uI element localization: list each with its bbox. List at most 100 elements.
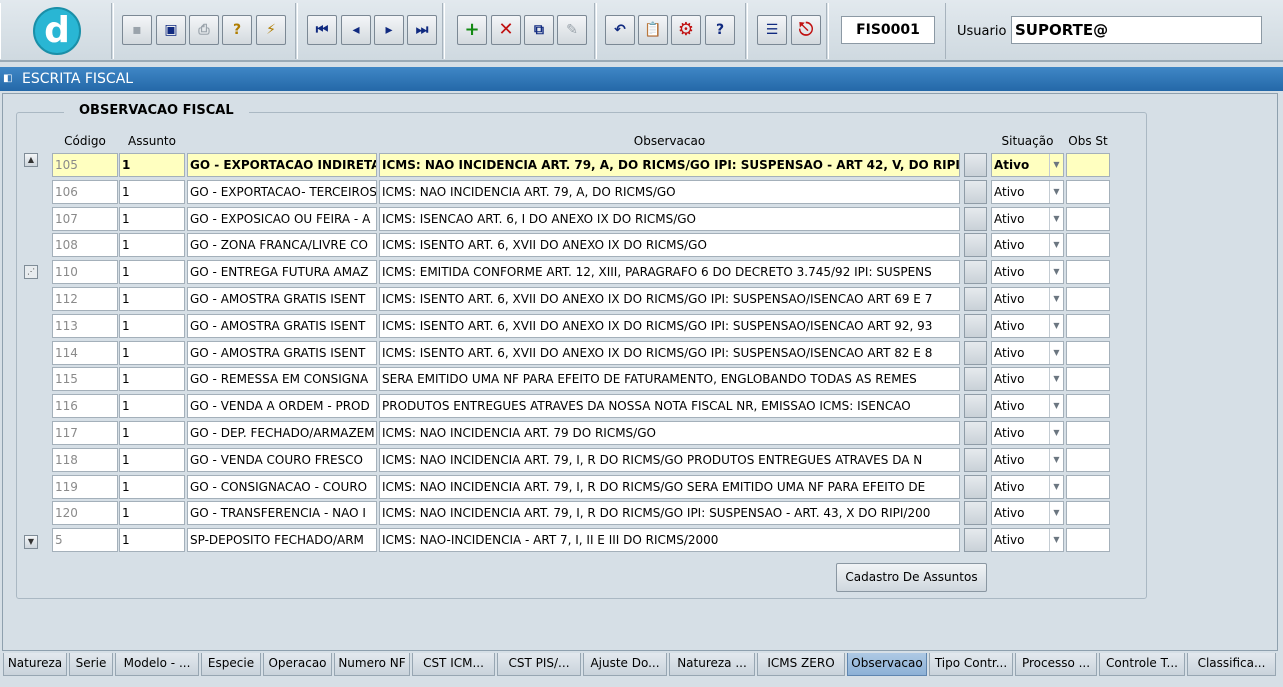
obs-st-field[interactable] [1066,475,1110,499]
descricao-field[interactable]: GO - ENTREGA FUTURA AMAZ [187,260,377,284]
observacao-field[interactable]: ICMS: ISENTO ART. 6, XVII DO ANEXO IX DO… [379,287,960,311]
user-field[interactable]: SUPORTE@ [1011,16,1262,44]
situacao-select[interactable]: Ativo ▼ [991,233,1064,257]
tab-tipo-contr[interactable]: Tipo Contr... [929,653,1013,676]
tab-natureza[interactable]: Natureza [3,653,67,676]
codigo-field[interactable]: 110 [52,260,118,284]
codigo-field[interactable]: 108 [52,233,118,257]
edit-record-icon[interactable]: ✎ [557,15,587,45]
codigo-field[interactable]: 116 [52,394,118,418]
previous-record-icon[interactable]: ◂ [341,15,371,45]
chevron-down-icon[interactable]: ▼ [1049,395,1063,417]
observacao-field[interactable]: ICMS: NAO INCIDENCIA ART. 79 DO RICMS/GO [379,421,960,445]
obs-st-field[interactable] [1066,341,1110,365]
codigo-field[interactable]: 117 [52,421,118,445]
observacao-field[interactable]: ICMS: ISENTO ART. 6, XVII DO ANEXO IX DO… [379,341,960,365]
chevron-down-icon[interactable]: ▼ [1049,368,1063,390]
descricao-field[interactable]: GO - ZONA FRANCA/LIVRE CO [187,233,377,257]
situacao-select[interactable]: Ativo ▼ [991,341,1064,365]
chevron-down-icon[interactable]: ▼ [1049,288,1063,310]
obs-st-field[interactable] [1066,501,1110,525]
window-menu-icon[interactable]: ◧ [3,67,12,91]
situacao-select[interactable]: Ativo ▼ [991,421,1064,445]
chevron-down-icon[interactable]: ▼ [1049,449,1063,471]
descricao-field[interactable]: GO - VENDA COURO FRESCO [187,448,377,472]
next-record-icon[interactable]: ▸ [374,15,404,45]
codigo-field[interactable]: 119 [52,475,118,499]
descricao-field[interactable]: GO - AMOSTRA GRATIS ISENT [187,287,377,311]
descricao-field[interactable]: GO - VENDA A ORDEM - PROD [187,394,377,418]
codigo-field[interactable]: 114 [52,341,118,365]
codigo-field[interactable]: 105 [52,153,118,177]
clipboard-icon[interactable]: 📋 [638,15,668,45]
observacao-field[interactable]: ICMS: NAO-INCIDENCIA - ART 7, I, II E II… [379,528,960,552]
chevron-down-icon[interactable]: ▼ [1049,208,1063,230]
assunto-field[interactable]: 1 [119,287,185,311]
codigo-field[interactable]: 112 [52,287,118,311]
obs-st-field[interactable] [1066,153,1110,177]
query-enter-icon[interactable]: ? [222,15,252,45]
window-icon[interactable]: ▣ [156,15,186,45]
situacao-select[interactable]: Ativo ▼ [991,314,1064,338]
codigo-field[interactable]: 107 [52,207,118,231]
chevron-down-icon[interactable]: ▼ [1049,181,1063,203]
obs-st-field[interactable] [1066,421,1110,445]
row-detail-button[interactable] [964,341,987,365]
tab-serie[interactable]: Serie [69,653,113,676]
codigo-field[interactable]: 106 [52,180,118,204]
assunto-field[interactable]: 1 [119,153,185,177]
row-detail-button[interactable] [964,448,987,472]
obs-st-field[interactable] [1066,287,1110,311]
chevron-down-icon[interactable]: ▼ [1049,476,1063,498]
menu-icon[interactable]: ☰ [757,15,787,45]
situacao-select[interactable]: Ativo ▼ [991,153,1064,177]
assunto-field[interactable]: 1 [119,421,185,445]
tab-observacao[interactable]: Observacao [847,653,927,676]
situacao-select[interactable]: Ativo ▼ [991,180,1064,204]
situacao-select[interactable]: Ativo ▼ [991,475,1064,499]
situacao-select[interactable]: Ativo ▼ [991,367,1064,391]
assunto-field[interactable]: 1 [119,501,185,525]
row-detail-button[interactable] [964,180,987,204]
assunto-field[interactable]: 1 [119,260,185,284]
situacao-select[interactable]: Ativo ▼ [991,448,1064,472]
observacao-field[interactable]: ICMS: ISENTO ART. 6, XVII DO ANEXO IX DO… [379,233,960,257]
codigo-field[interactable]: 113 [52,314,118,338]
tab-natureza[interactable]: Natureza ... [669,653,755,676]
tab-icms-zero[interactable]: ICMS ZERO [757,653,845,676]
observacao-field[interactable]: ICMS: ISENCAO ART. 6, I DO ANEXO IX DO R… [379,207,960,231]
observacao-field[interactable]: ICMS: NAO INCIDENCIA ART. 79, A, DO RICM… [379,180,960,204]
assunto-field[interactable]: 1 [119,394,185,418]
assunto-field[interactable]: 1 [119,475,185,499]
row-detail-button[interactable] [964,153,987,177]
obs-st-field[interactable] [1066,314,1110,338]
tab-operacao[interactable]: Operacao [263,653,332,676]
tab-cst-pis[interactable]: CST PIS/... [497,653,581,676]
assunto-field[interactable]: 1 [119,528,185,552]
obs-st-field[interactable] [1066,528,1110,552]
codigo-field[interactable]: 120 [52,501,118,525]
row-detail-button[interactable] [964,475,987,499]
observacao-field[interactable]: ICMS: NAO INCIDENCIA ART. 79, I, R DO RI… [379,501,960,525]
situacao-select[interactable]: Ativo ▼ [991,287,1064,311]
situacao-select[interactable]: Ativo ▼ [991,394,1064,418]
descricao-field[interactable]: GO - REMESSA EM CONSIGNA [187,367,377,391]
row-detail-button[interactable] [964,287,987,311]
situacao-select[interactable]: Ativo ▼ [991,260,1064,284]
row-detail-button[interactable] [964,528,987,552]
tab-processo[interactable]: Processo ... [1015,653,1097,676]
exit-icon[interactable]: ⎋ [791,15,821,45]
row-detail-button[interactable] [964,314,987,338]
save-icon[interactable]: ▪ [122,15,152,45]
tab-ajuste-do[interactable]: Ajuste Do... [583,653,667,676]
undo-icon[interactable]: ↶ [605,15,635,45]
observacao-field[interactable]: ICMS: NAO INCIDENCIA ART. 79, A, DO RICM… [379,153,960,177]
assunto-field[interactable]: 1 [119,314,185,338]
row-detail-button[interactable] [964,260,987,284]
chevron-down-icon[interactable]: ▼ [1049,234,1063,256]
obs-st-field[interactable] [1066,233,1110,257]
row-detail-button[interactable] [964,233,987,257]
codigo-field[interactable]: 118 [52,448,118,472]
row-detail-button[interactable] [964,367,987,391]
observacao-field[interactable]: ICMS: NAO INCIDENCIA ART. 79, I, R DO RI… [379,475,960,499]
